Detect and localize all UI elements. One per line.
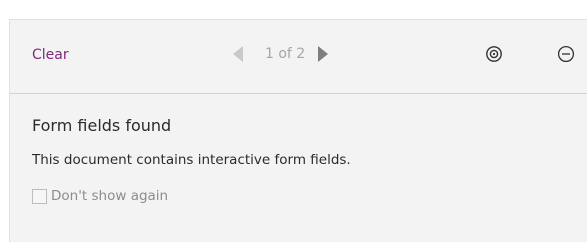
pager: 1 of 2 bbox=[233, 41, 329, 67]
toolbar-divider bbox=[10, 93, 587, 94]
dont-show-again-label[interactable]: Don't show again bbox=[51, 186, 168, 206]
notice-content: Form fields found This document contains… bbox=[32, 115, 351, 206]
settings-button[interactable] bbox=[483, 43, 505, 65]
notice-heading: Form fields found bbox=[32, 116, 172, 135]
dont-show-again-option[interactable]: Don't show again bbox=[32, 186, 351, 206]
collapse-button[interactable] bbox=[555, 43, 577, 65]
form-fields-panel: Clear 1 of 2 Form fields found This docu… bbox=[9, 19, 587, 242]
dont-show-again-checkbox[interactable] bbox=[32, 188, 47, 204]
previous-arrow-icon[interactable] bbox=[233, 46, 243, 62]
minus-circle-icon bbox=[557, 45, 575, 63]
target-settings-icon bbox=[486, 46, 502, 62]
next-arrow-icon[interactable] bbox=[318, 46, 329, 62]
panel-toolbar: Clear 1 of 2 bbox=[10, 20, 587, 93]
notice-message: This document contains interactive form … bbox=[32, 152, 351, 168]
page-indicator: 1 of 2 bbox=[265, 46, 306, 62]
clear-link[interactable]: Clear bbox=[32, 44, 69, 66]
